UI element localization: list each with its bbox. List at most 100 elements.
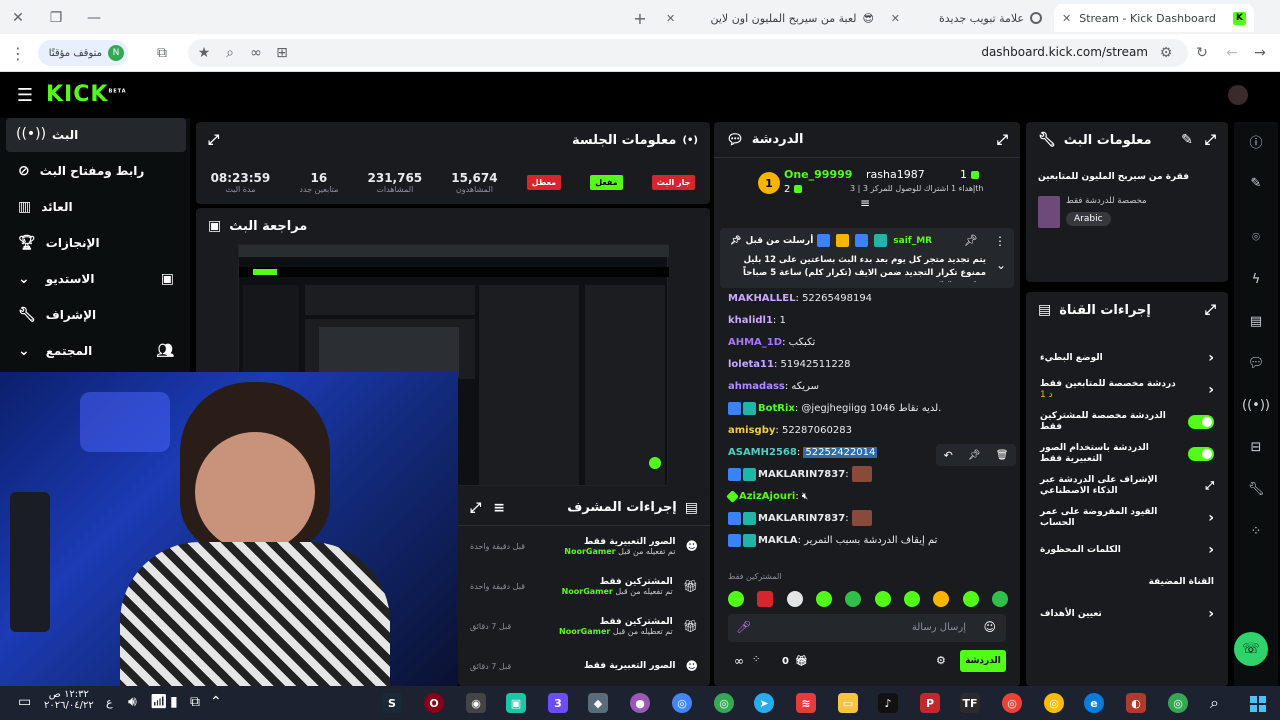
- chat-message[interactable]: ahmadass: سريكه: [714, 376, 1020, 398]
- reload-icon[interactable]: ↻: [1192, 43, 1212, 63]
- chat-message[interactable]: amisgby: 52287060283: [714, 420, 1020, 442]
- app-icon[interactable]: ●: [630, 693, 650, 713]
- search-icon[interactable]: ⌕: [1210, 693, 1219, 713]
- system-clock[interactable]: ١٢:٣٢ ص ٢٠٢٦/٠٤/٢٢: [44, 689, 94, 711]
- chat-username[interactable]: loleta11: [728, 359, 774, 370]
- settings-icon[interactable]: ⚙: [936, 654, 946, 667]
- reply-icon[interactable]: ↶: [944, 449, 953, 462]
- restore-window-icon[interactable]: ❐: [46, 8, 66, 28]
- battery-icon[interactable]: ▮: [170, 694, 178, 710]
- chrome-icon[interactable]: ◎: [1044, 693, 1064, 713]
- sidebar-item-studio[interactable]: ⌄ الاستديو ▣: [6, 262, 186, 296]
- tab-close-icon[interactable]: ✕: [666, 12, 675, 25]
- channel-action-item[interactable]: القيود المفروضة على عمر الحساب ›: [1026, 502, 1228, 534]
- chat-username[interactable]: MAKLARIN7837: [758, 513, 845, 524]
- sidebar-item-stream-key[interactable]: ⊘ رابط ومفتاح البث: [6, 154, 186, 188]
- sidebar-item-moderation[interactable]: 🔧︎ الإشراف: [6, 298, 186, 332]
- lightning-icon[interactable]: ϟ: [1241, 264, 1271, 294]
- channel-action-item[interactable]: تعيين الأهداف ›: [1026, 598, 1228, 630]
- chrome-icon[interactable]: ◎: [672, 693, 692, 713]
- minimize-window-icon[interactable]: —: [84, 8, 104, 28]
- chat-message[interactable]: khalidl1: 1: [714, 310, 1020, 332]
- microphone-icon[interactable]: 🎤︎: [736, 620, 751, 634]
- chat-message[interactable]: MAKLARIN7837:: [714, 464, 1020, 486]
- popout-icon[interactable]: ⤢: [997, 132, 1008, 148]
- forward-icon[interactable]: ←: [1222, 43, 1242, 63]
- bookmark-star-icon[interactable]: ★: [194, 43, 214, 63]
- sidebar-item-achievements[interactable]: 🏆︎ الإنجازات: [6, 226, 186, 260]
- chevron-down-icon[interactable]: ⌄: [996, 258, 1006, 272]
- chat-username[interactable]: MAKLA: [758, 535, 798, 546]
- edit-icon[interactable]: ✎: [1181, 132, 1193, 148]
- delete-icon[interactable]: 🗑︎: [996, 450, 1009, 461]
- chat-message[interactable]: BotRix: @jegjhegiigg 1046 لديه نقاط.: [714, 398, 1020, 420]
- support-chat-icon[interactable]: ☏: [1234, 632, 1268, 666]
- tab-kick-dashboard[interactable]: ✕ Stream - Kick Dashboard K: [1054, 4, 1254, 32]
- telegram-icon[interactable]: ➤: [754, 693, 774, 713]
- volume-icon[interactable]: 🔊︎: [128, 694, 137, 710]
- points-icon[interactable]: ⁘: [752, 654, 760, 665]
- pin-icon[interactable]: 📌︎: [968, 450, 981, 461]
- pin-icon[interactable]: 📌︎: [964, 234, 978, 247]
- nodes-icon[interactable]: ⁘: [1241, 516, 1271, 546]
- opera-gx-icon[interactable]: O: [424, 693, 444, 713]
- channel-action-item[interactable]: الدردشة باستخدام الصور التعبيرية فقط: [1026, 438, 1228, 470]
- channel-action-item[interactable]: الدردشة مخصصة للمشتركين فقط: [1026, 406, 1228, 438]
- channel-action-item[interactable]: الإشراف على الدردشة عبر الذكاء الاصطناعي…: [1026, 470, 1228, 502]
- windows-start-icon[interactable]: [1250, 696, 1266, 712]
- app-icon[interactable]: ◆: [588, 693, 608, 713]
- chat-username[interactable]: MAKLARIN7837: [758, 469, 845, 480]
- tab-new-tab[interactable]: علامة تبويب جديدة: [880, 4, 1050, 32]
- file-explorer-icon[interactable]: ▭: [838, 693, 858, 713]
- channel-action-item[interactable]: دردشة مخصصة للمتابعين فقط 1 د ›: [1026, 374, 1228, 406]
- app-icon[interactable]: 3: [548, 693, 568, 713]
- translate-icon[interactable]: ⊞: [272, 43, 292, 63]
- reading-mode-icon[interactable]: ∞: [246, 43, 266, 63]
- sidebar-item-revenue[interactable]: ▥ العائد: [6, 190, 186, 224]
- channel-action-item[interactable]: الكلمات المحظورة ›: [1026, 534, 1228, 566]
- omnibox[interactable]: ★ ⌕ ∞ ⊞ dashboard.kick.com/stream ⚙: [188, 39, 1188, 67]
- chat-message[interactable]: MAKLA: تم إيقاف الدردشة بسبب التمرير: [714, 530, 1020, 552]
- close-window-icon[interactable]: ✕: [8, 8, 28, 28]
- chat-bubble-icon[interactable]: 💬︎: [1241, 348, 1271, 378]
- extensions-icon[interactable]: ⧉: [152, 43, 172, 63]
- emote[interactable]: [962, 591, 979, 607]
- hamburger-menu-icon[interactable]: ☰: [14, 84, 36, 106]
- notification-icon[interactable]: ▭: [18, 694, 31, 710]
- emote[interactable]: [845, 591, 862, 607]
- chat-message[interactable]: AHMA_1D: تكبكب: [714, 332, 1020, 354]
- emote[interactable]: [874, 591, 891, 607]
- chat-message[interactable]: AzizAjouri: 🔇︎: [714, 486, 1020, 508]
- chrome-icon[interactable]: ◎: [1002, 693, 1022, 713]
- pencil-icon[interactable]: ✎: [1241, 168, 1271, 198]
- app-icon[interactable]: TF: [960, 693, 980, 713]
- chat-username[interactable]: ASAMH2568: [728, 447, 797, 458]
- chrome-icon[interactable]: ◎: [1168, 693, 1188, 713]
- emote[interactable]: [933, 591, 950, 607]
- avatar[interactable]: [1228, 85, 1248, 105]
- app-icon[interactable]: ▣: [506, 693, 526, 713]
- info-icon[interactable]: ⓘ: [1241, 126, 1271, 156]
- chevron-up-icon[interactable]: ⌃: [210, 694, 222, 710]
- back-icon[interactable]: →: [1250, 43, 1270, 63]
- kick-logo[interactable]: KICKBETA: [46, 82, 127, 107]
- chat-username[interactable]: AzizAjouri: [739, 491, 795, 502]
- input-language[interactable]: ع: [106, 696, 113, 709]
- chat-username[interactable]: MAKHALLEL: [728, 293, 796, 304]
- broadcast-icon[interactable]: ((•)): [1241, 390, 1271, 420]
- wrench-icon[interactable]: 🔧︎: [1241, 474, 1271, 504]
- toggle-switch[interactable]: [1188, 415, 1214, 429]
- chat-username[interactable]: AHMA_1D: [728, 337, 782, 348]
- chat-message[interactable]: MAKLARIN7837:: [714, 508, 1020, 530]
- new-tab-icon[interactable]: +: [630, 8, 650, 28]
- chat-username[interactable]: amisgby: [728, 425, 775, 436]
- tab-millionaire-game[interactable]: ✕ لعبة من سيربح المليون اون لاين 😎 ✕: [660, 4, 900, 32]
- chrome-icon[interactable]: ◎: [714, 693, 734, 713]
- filter-icon[interactable]: ≡: [493, 500, 505, 516]
- popout-icon[interactable]: ⤢: [1205, 132, 1216, 148]
- tab-close-icon[interactable]: ✕: [1062, 12, 1071, 25]
- send-chat-button[interactable]: الدردشة: [960, 650, 1006, 672]
- edge-icon[interactable]: e: [1084, 693, 1104, 713]
- channel-action-item[interactable]: الوضع البطيء ›: [1026, 342, 1228, 374]
- emote[interactable]: [903, 591, 920, 607]
